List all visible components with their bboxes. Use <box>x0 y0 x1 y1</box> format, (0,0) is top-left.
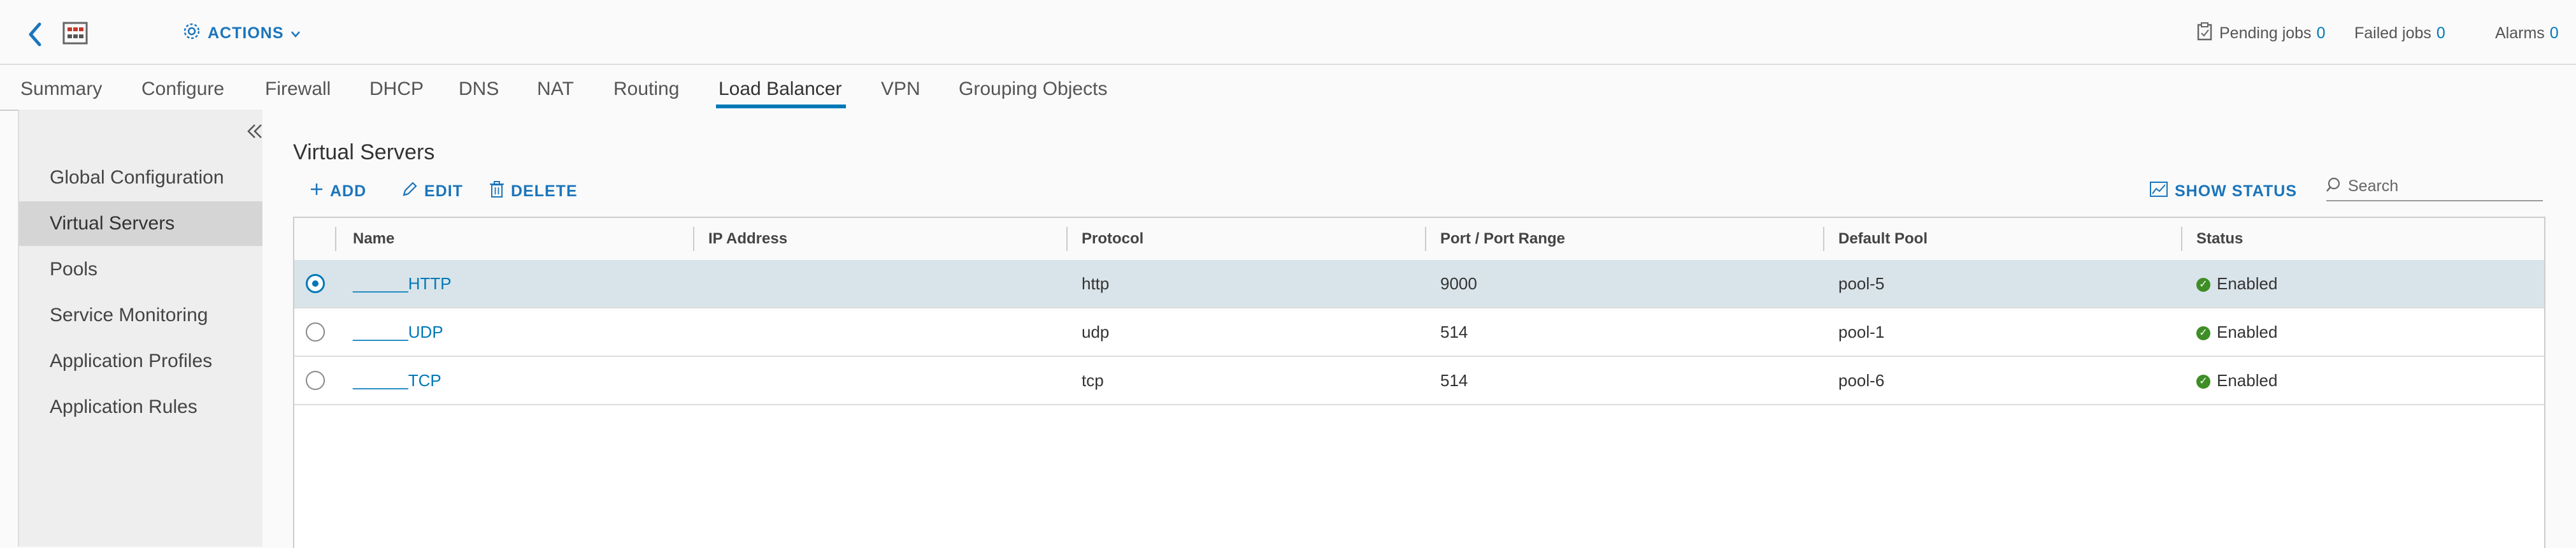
sidebar-item-global-configuration[interactable]: Global Configuration <box>19 155 262 200</box>
tab-configure[interactable]: Configure <box>141 64 224 108</box>
check-circle-icon: ✓ <box>2196 278 2210 292</box>
row-port: 514 <box>1440 371 1468 390</box>
row-name-link[interactable]: ______UDP <box>339 308 693 356</box>
top-bar: ACTIONS Pending jobs 0 Failed jobs 0 Ala… <box>0 0 2576 65</box>
row-protocol: tcp <box>1082 371 1104 390</box>
back-icon[interactable] <box>23 19 48 50</box>
column-header-ip-address[interactable]: IP Address <box>694 218 1064 260</box>
sidebar-item-application-profiles[interactable]: Application Profiles <box>19 339 262 384</box>
pending-jobs[interactable]: Pending jobs 0 <box>2196 19 2325 47</box>
sidebar-item-service-monitoring[interactable]: Service Monitoring <box>19 293 262 338</box>
actions-button[interactable]: ACTIONS <box>182 19 301 47</box>
row-select-radio[interactable] <box>306 371 325 390</box>
gear-icon <box>182 22 201 45</box>
column-header-protocol[interactable]: Protocol <box>1068 218 1424 260</box>
tab-grouping-objects[interactable]: Grouping Objects <box>959 64 1107 108</box>
alarms-label: Alarms <box>2495 24 2545 42</box>
tab-bar: Summary Configure Firewall DHCP DNS NAT … <box>0 64 2576 111</box>
table-row[interactable]: ______TCP tcp 514 pool-6 ✓ Enabled <box>294 357 2544 405</box>
row-status: ✓ Enabled <box>2182 260 2539 307</box>
search-box <box>2326 172 2543 201</box>
row-name-link[interactable]: ______TCP <box>339 357 693 404</box>
delete-button[interactable]: DELETE <box>489 178 578 204</box>
row-ip-address <box>694 357 1066 404</box>
tab-load-balancer[interactable]: Load Balancer <box>719 64 841 108</box>
row-ip-address <box>694 308 1066 356</box>
row-select-radio[interactable] <box>306 274 325 293</box>
show-status-label: SHOW STATUS <box>2175 182 2298 200</box>
row-status-label: Enabled <box>2217 371 2278 390</box>
pending-jobs-label: Pending jobs <box>2219 24 2312 42</box>
failed-jobs-count: 0 <box>2436 24 2445 42</box>
tab-firewall[interactable]: Firewall <box>265 64 331 108</box>
tab-nat[interactable]: NAT <box>537 64 574 108</box>
edit-button[interactable]: EDIT <box>401 178 463 204</box>
column-header-status[interactable]: Status <box>2182 218 2539 260</box>
add-button[interactable]: ADD <box>310 178 366 204</box>
plus-icon <box>310 182 324 201</box>
row-select-radio[interactable] <box>306 322 325 342</box>
row-protocol: udp <box>1082 322 1110 342</box>
edit-label: EDIT <box>424 182 463 200</box>
tab-routing[interactable]: Routing <box>613 64 679 108</box>
add-label: ADD <box>330 182 367 200</box>
tab-vpn[interactable]: VPN <box>881 64 920 108</box>
page-title: Virtual Servers <box>293 140 435 164</box>
row-port: 514 <box>1440 322 1468 342</box>
main-panel: Virtual Servers ADD EDIT DELETE SHOW STA… <box>262 110 2576 548</box>
tab-summary[interactable]: Summary <box>20 64 102 108</box>
row-default-pool: pool-5 <box>1838 274 1885 293</box>
sidebar-item-application-rules[interactable]: Application Rules <box>19 385 262 429</box>
row-default-pool: pool-1 <box>1838 322 1885 342</box>
edge-app-icon <box>62 22 88 45</box>
pencil-icon <box>401 181 418 202</box>
column-header-default-pool[interactable]: Default Pool <box>1824 218 2181 260</box>
show-status-button[interactable]: SHOW STATUS <box>2149 178 2297 204</box>
clipboard-icon <box>2196 22 2213 45</box>
row-name-link[interactable]: ______HTTP <box>339 260 693 307</box>
trash-icon <box>489 180 504 203</box>
failed-jobs[interactable]: Failed jobs 0 <box>2354 19 2445 47</box>
alarms-count: 0 <box>2549 24 2559 42</box>
table-row[interactable]: ______UDP udp 514 pool-1 ✓ Enabled <box>294 308 2544 357</box>
row-protocol: http <box>1082 274 1110 293</box>
chevron-down-icon <box>290 24 301 43</box>
check-circle-icon: ✓ <box>2196 326 2210 341</box>
search-icon <box>2326 176 2344 197</box>
chart-icon <box>2149 181 2168 202</box>
tab-dhcp[interactable]: DHCP <box>369 64 424 108</box>
alarms[interactable]: Alarms 0 <box>2495 19 2559 47</box>
pending-jobs-count: 0 <box>2316 24 2326 42</box>
row-default-pool: pool-6 <box>1838 371 1885 390</box>
row-status: ✓ Enabled <box>2182 357 2539 404</box>
sidebar-item-pools[interactable]: Pools <box>19 247 262 292</box>
sidebar-item-virtual-servers[interactable]: Virtual Servers <box>19 201 262 246</box>
virtual-servers-table: Name IP Address Protocol Port / Port Ran… <box>293 217 2545 548</box>
check-circle-icon: ✓ <box>2196 375 2210 389</box>
actions-label: ACTIONS <box>208 24 284 42</box>
column-header-port-range[interactable]: Port / Port Range <box>1426 218 1821 260</box>
table-row[interactable]: ______HTTP http 9000 pool-5 ✓ Enabled <box>294 260 2544 308</box>
row-status-label: Enabled <box>2217 274 2278 293</box>
row-ip-address <box>694 260 1066 307</box>
delete-label: DELETE <box>511 182 578 200</box>
column-separator <box>335 227 336 251</box>
table-header: Name IP Address Protocol Port / Port Ran… <box>294 218 2544 261</box>
tab-dns[interactable]: DNS <box>459 64 499 108</box>
row-status-label: Enabled <box>2217 322 2278 342</box>
active-tab-indicator <box>716 105 846 108</box>
column-header-name[interactable]: Name <box>339 218 721 260</box>
sidebar: Global Configuration Virtual Servers Poo… <box>18 110 264 547</box>
row-status: ✓ Enabled <box>2182 308 2539 356</box>
failed-jobs-label: Failed jobs <box>2354 24 2431 42</box>
search-input[interactable] <box>2344 177 2537 196</box>
row-port: 9000 <box>1440 274 1477 293</box>
